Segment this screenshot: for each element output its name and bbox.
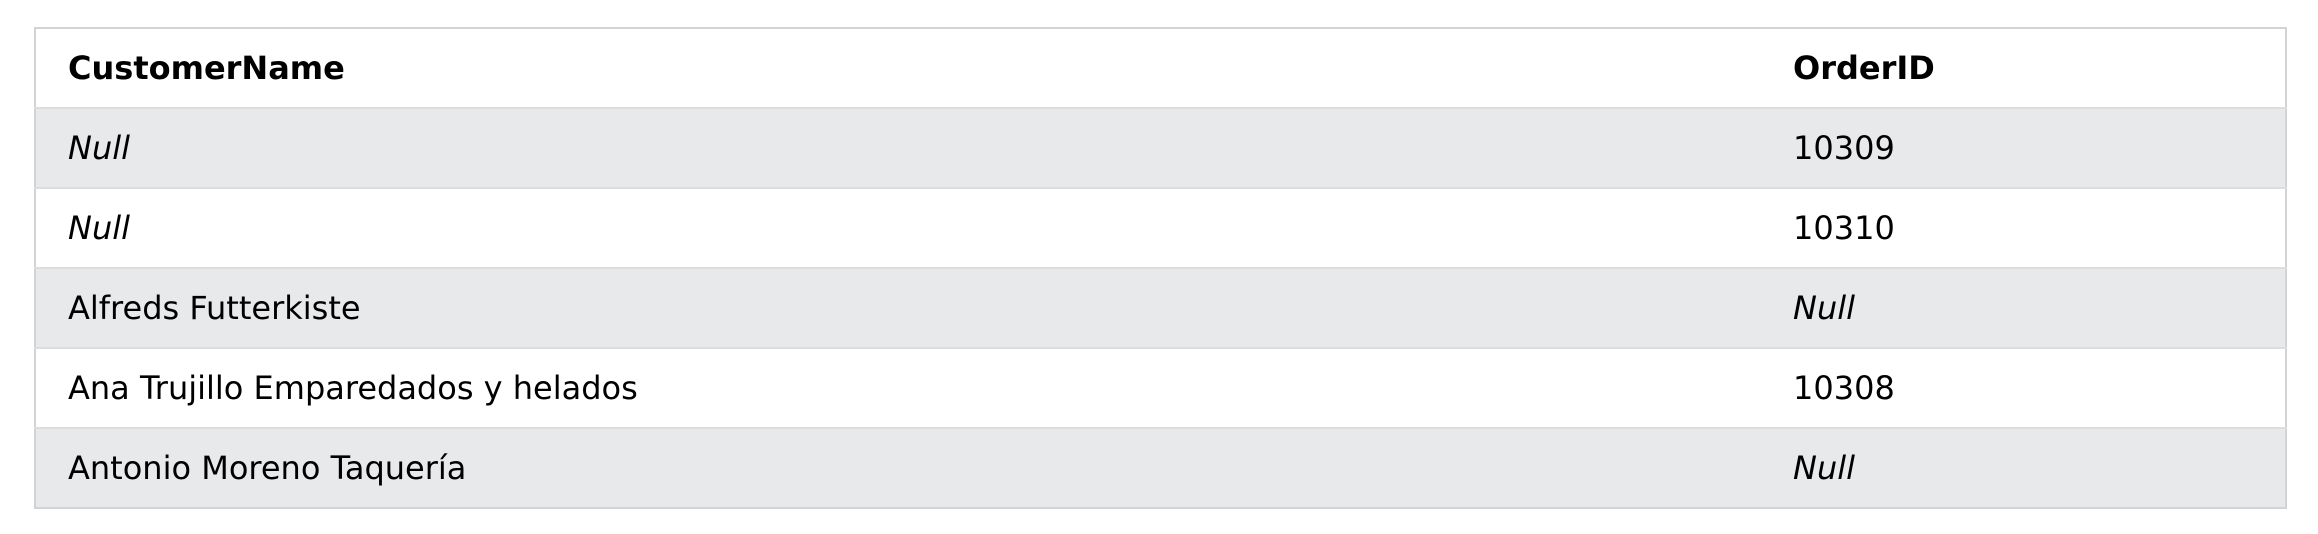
column-header-customername: CustomerName: [35, 28, 1761, 109]
order-id-cell: Null: [1761, 428, 2286, 508]
order-id-cell: 10310: [1761, 188, 2286, 269]
customer-name-cell: Alfreds Futterkiste: [35, 268, 1761, 349]
table-row: Ana Trujillo Emparedados y helados 10308: [35, 348, 2286, 429]
table-row: Alfreds Futterkiste Null: [35, 268, 2286, 349]
customer-name-cell: Null: [35, 188, 1761, 269]
table-row: Null 10309: [35, 108, 2286, 189]
customer-name-cell: Ana Trujillo Emparedados y helados: [35, 348, 1761, 429]
result-table: CustomerName OrderID Null 10309 Null 103…: [34, 27, 2287, 509]
order-id-cell: 10309: [1761, 108, 2286, 189]
table-row: Null 10310: [35, 188, 2286, 269]
customer-name-cell: Null: [35, 108, 1761, 189]
result-table-container: CustomerName OrderID Null 10309 Null 103…: [34, 27, 2287, 509]
customer-name-cell: Antonio Moreno Taquería: [35, 428, 1761, 508]
table-row: Antonio Moreno Taquería Null: [35, 428, 2286, 508]
order-id-cell: 10308: [1761, 348, 2286, 429]
table-header-row: CustomerName OrderID: [35, 28, 2286, 109]
order-id-cell: Null: [1761, 268, 2286, 349]
column-header-orderid: OrderID: [1761, 28, 2286, 109]
